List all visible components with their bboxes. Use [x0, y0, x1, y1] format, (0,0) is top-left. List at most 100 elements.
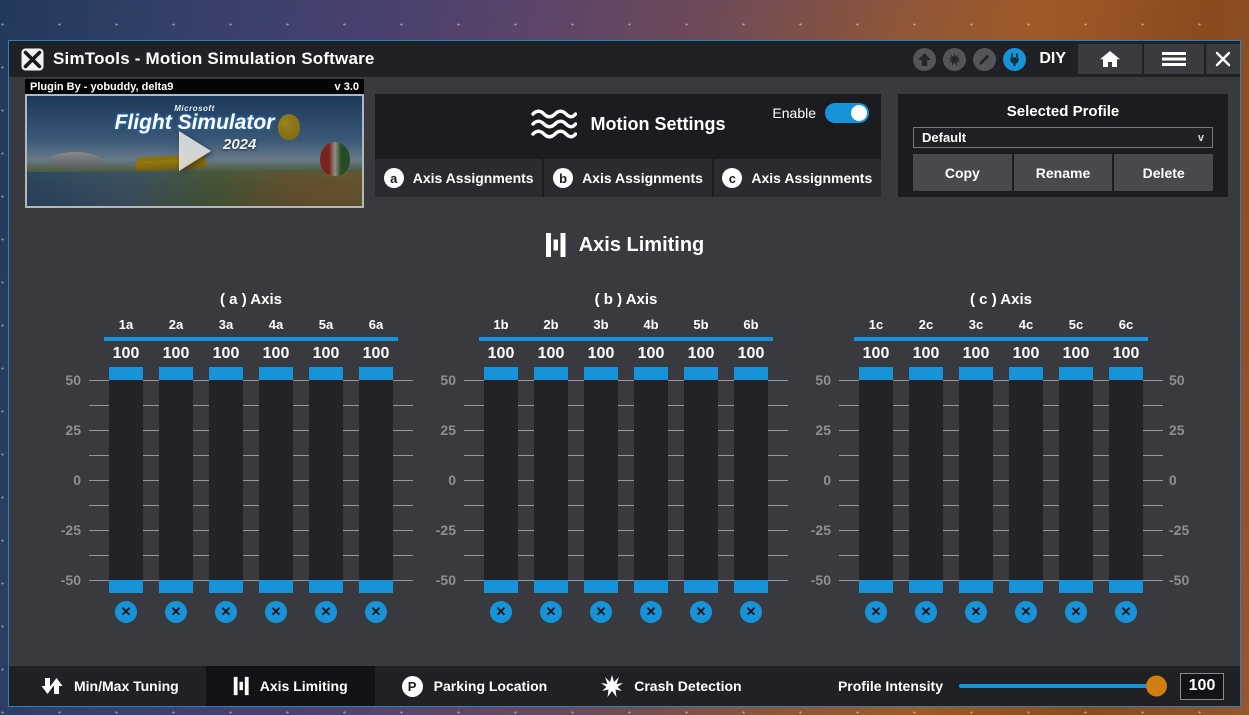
- slider-min-handle[interactable]: [634, 580, 668, 593]
- slider-max-handle[interactable]: [734, 367, 768, 380]
- axis-slider-6b[interactable]: [734, 367, 768, 593]
- axis-slider-5b[interactable]: [684, 367, 718, 593]
- slider-min-handle[interactable]: [359, 580, 393, 593]
- slider-track[interactable]: [259, 380, 293, 580]
- slider-min-handle[interactable]: [859, 580, 893, 593]
- profile-intensity-slider[interactable]: [959, 684, 1164, 688]
- slider-min-handle[interactable]: [959, 580, 993, 593]
- slider-max-handle[interactable]: [109, 367, 143, 380]
- slider-track[interactable]: [859, 380, 893, 580]
- slider-track[interactable]: [1109, 380, 1143, 580]
- slider-track[interactable]: [309, 380, 343, 580]
- slider-max-handle[interactable]: [1059, 367, 1093, 380]
- reset-axis-5c-button[interactable]: ✕: [1065, 601, 1087, 623]
- rename-button[interactable]: Rename: [1014, 154, 1113, 191]
- slider-max-handle[interactable]: [859, 367, 893, 380]
- profile-intensity-knob[interactable]: [1146, 676, 1167, 697]
- slider-track[interactable]: [109, 380, 143, 580]
- axis-slider-4c[interactable]: [1009, 367, 1043, 593]
- slider-track[interactable]: [159, 380, 193, 580]
- slider-max-handle[interactable]: [309, 367, 343, 380]
- axis-slider-3c[interactable]: [959, 367, 993, 593]
- reset-axis-1a-button[interactable]: ✕: [115, 601, 137, 623]
- slider-max-handle[interactable]: [1009, 367, 1043, 380]
- slider-min-handle[interactable]: [259, 580, 293, 593]
- axis-slider-1c[interactable]: [859, 367, 893, 593]
- slider-track[interactable]: [734, 380, 768, 580]
- slider-max-handle[interactable]: [534, 367, 568, 380]
- slider-min-handle[interactable]: [909, 580, 943, 593]
- reset-axis-3a-button[interactable]: ✕: [215, 601, 237, 623]
- reset-axis-3c-button[interactable]: ✕: [965, 601, 987, 623]
- slider-track[interactable]: [484, 380, 518, 580]
- slider-max-handle[interactable]: [909, 367, 943, 380]
- edit-pencil-icon[interactable]: [973, 48, 996, 71]
- slider-max-handle[interactable]: [259, 367, 293, 380]
- power-plug-icon[interactable]: [1003, 48, 1026, 71]
- slider-min-handle[interactable]: [1059, 580, 1093, 593]
- slider-track[interactable]: [584, 380, 618, 580]
- slider-min-handle[interactable]: [159, 580, 193, 593]
- axis-assignments-c-button[interactable]: c Axis Assignments: [714, 159, 881, 197]
- reset-axis-4b-button[interactable]: ✕: [640, 601, 662, 623]
- slider-min-handle[interactable]: [534, 580, 568, 593]
- reset-axis-6c-button[interactable]: ✕: [1115, 601, 1137, 623]
- enable-toggle[interactable]: [825, 103, 869, 123]
- reset-axis-4c-button[interactable]: ✕: [1015, 601, 1037, 623]
- tab-minmax-tuning[interactable]: Min/Max Tuning: [14, 666, 206, 706]
- axis-slider-6c[interactable]: [1109, 367, 1143, 593]
- tab-parking-location[interactable]: P Parking Location: [375, 666, 575, 706]
- axis-slider-6a[interactable]: [359, 367, 393, 593]
- axis-slider-2b[interactable]: [534, 367, 568, 593]
- copy-button[interactable]: Copy: [913, 154, 1012, 191]
- slider-track[interactable]: [909, 380, 943, 580]
- menu-button[interactable]: [1144, 44, 1204, 74]
- axis-slider-3a[interactable]: [209, 367, 243, 593]
- slider-track[interactable]: [634, 380, 668, 580]
- slider-track[interactable]: [959, 380, 993, 580]
- game-preview-image[interactable]: Microsoft Flight Simulator 2024: [25, 94, 364, 208]
- update-arrow-icon[interactable]: [913, 48, 936, 71]
- reset-axis-1b-button[interactable]: ✕: [490, 601, 512, 623]
- profile-dropdown[interactable]: Default v: [913, 127, 1213, 148]
- reset-axis-2c-button[interactable]: ✕: [915, 601, 937, 623]
- slider-max-handle[interactable]: [159, 367, 193, 380]
- axis-slider-2c[interactable]: [909, 367, 943, 593]
- slider-min-handle[interactable]: [1009, 580, 1043, 593]
- slider-max-handle[interactable]: [634, 367, 668, 380]
- reset-axis-6b-button[interactable]: ✕: [740, 601, 762, 623]
- reset-axis-5b-button[interactable]: ✕: [690, 601, 712, 623]
- slider-min-handle[interactable]: [584, 580, 618, 593]
- play-icon[interactable]: [179, 131, 211, 171]
- slider-max-handle[interactable]: [484, 367, 518, 380]
- axis-slider-3b[interactable]: [584, 367, 618, 593]
- axis-slider-5a[interactable]: [309, 367, 343, 593]
- slider-track[interactable]: [359, 380, 393, 580]
- axis-slider-1b[interactable]: [484, 367, 518, 593]
- slider-min-handle[interactable]: [684, 580, 718, 593]
- slider-min-handle[interactable]: [309, 580, 343, 593]
- slider-max-handle[interactable]: [684, 367, 718, 380]
- slider-min-handle[interactable]: [1109, 580, 1143, 593]
- axis-slider-2a[interactable]: [159, 367, 193, 593]
- reset-axis-3b-button[interactable]: ✕: [590, 601, 612, 623]
- slider-track[interactable]: [684, 380, 718, 580]
- slider-max-handle[interactable]: [1109, 367, 1143, 380]
- reset-axis-4a-button[interactable]: ✕: [265, 601, 287, 623]
- slider-max-handle[interactable]: [209, 367, 243, 380]
- slider-track[interactable]: [1059, 380, 1093, 580]
- axis-slider-4a[interactable]: [259, 367, 293, 593]
- reset-axis-2b-button[interactable]: ✕: [540, 601, 562, 623]
- crash-burst-icon[interactable]: [943, 48, 966, 71]
- slider-track[interactable]: [534, 380, 568, 580]
- slider-track[interactable]: [1009, 380, 1043, 580]
- home-button[interactable]: [1078, 44, 1142, 74]
- axis-slider-4b[interactable]: [634, 367, 668, 593]
- reset-axis-1c-button[interactable]: ✕: [865, 601, 887, 623]
- slider-max-handle[interactable]: [359, 367, 393, 380]
- delete-button[interactable]: Delete: [1114, 154, 1213, 191]
- slider-min-handle[interactable]: [734, 580, 768, 593]
- tab-axis-limiting[interactable]: Axis Limiting: [206, 666, 375, 706]
- reset-axis-5a-button[interactable]: ✕: [315, 601, 337, 623]
- slider-min-handle[interactable]: [209, 580, 243, 593]
